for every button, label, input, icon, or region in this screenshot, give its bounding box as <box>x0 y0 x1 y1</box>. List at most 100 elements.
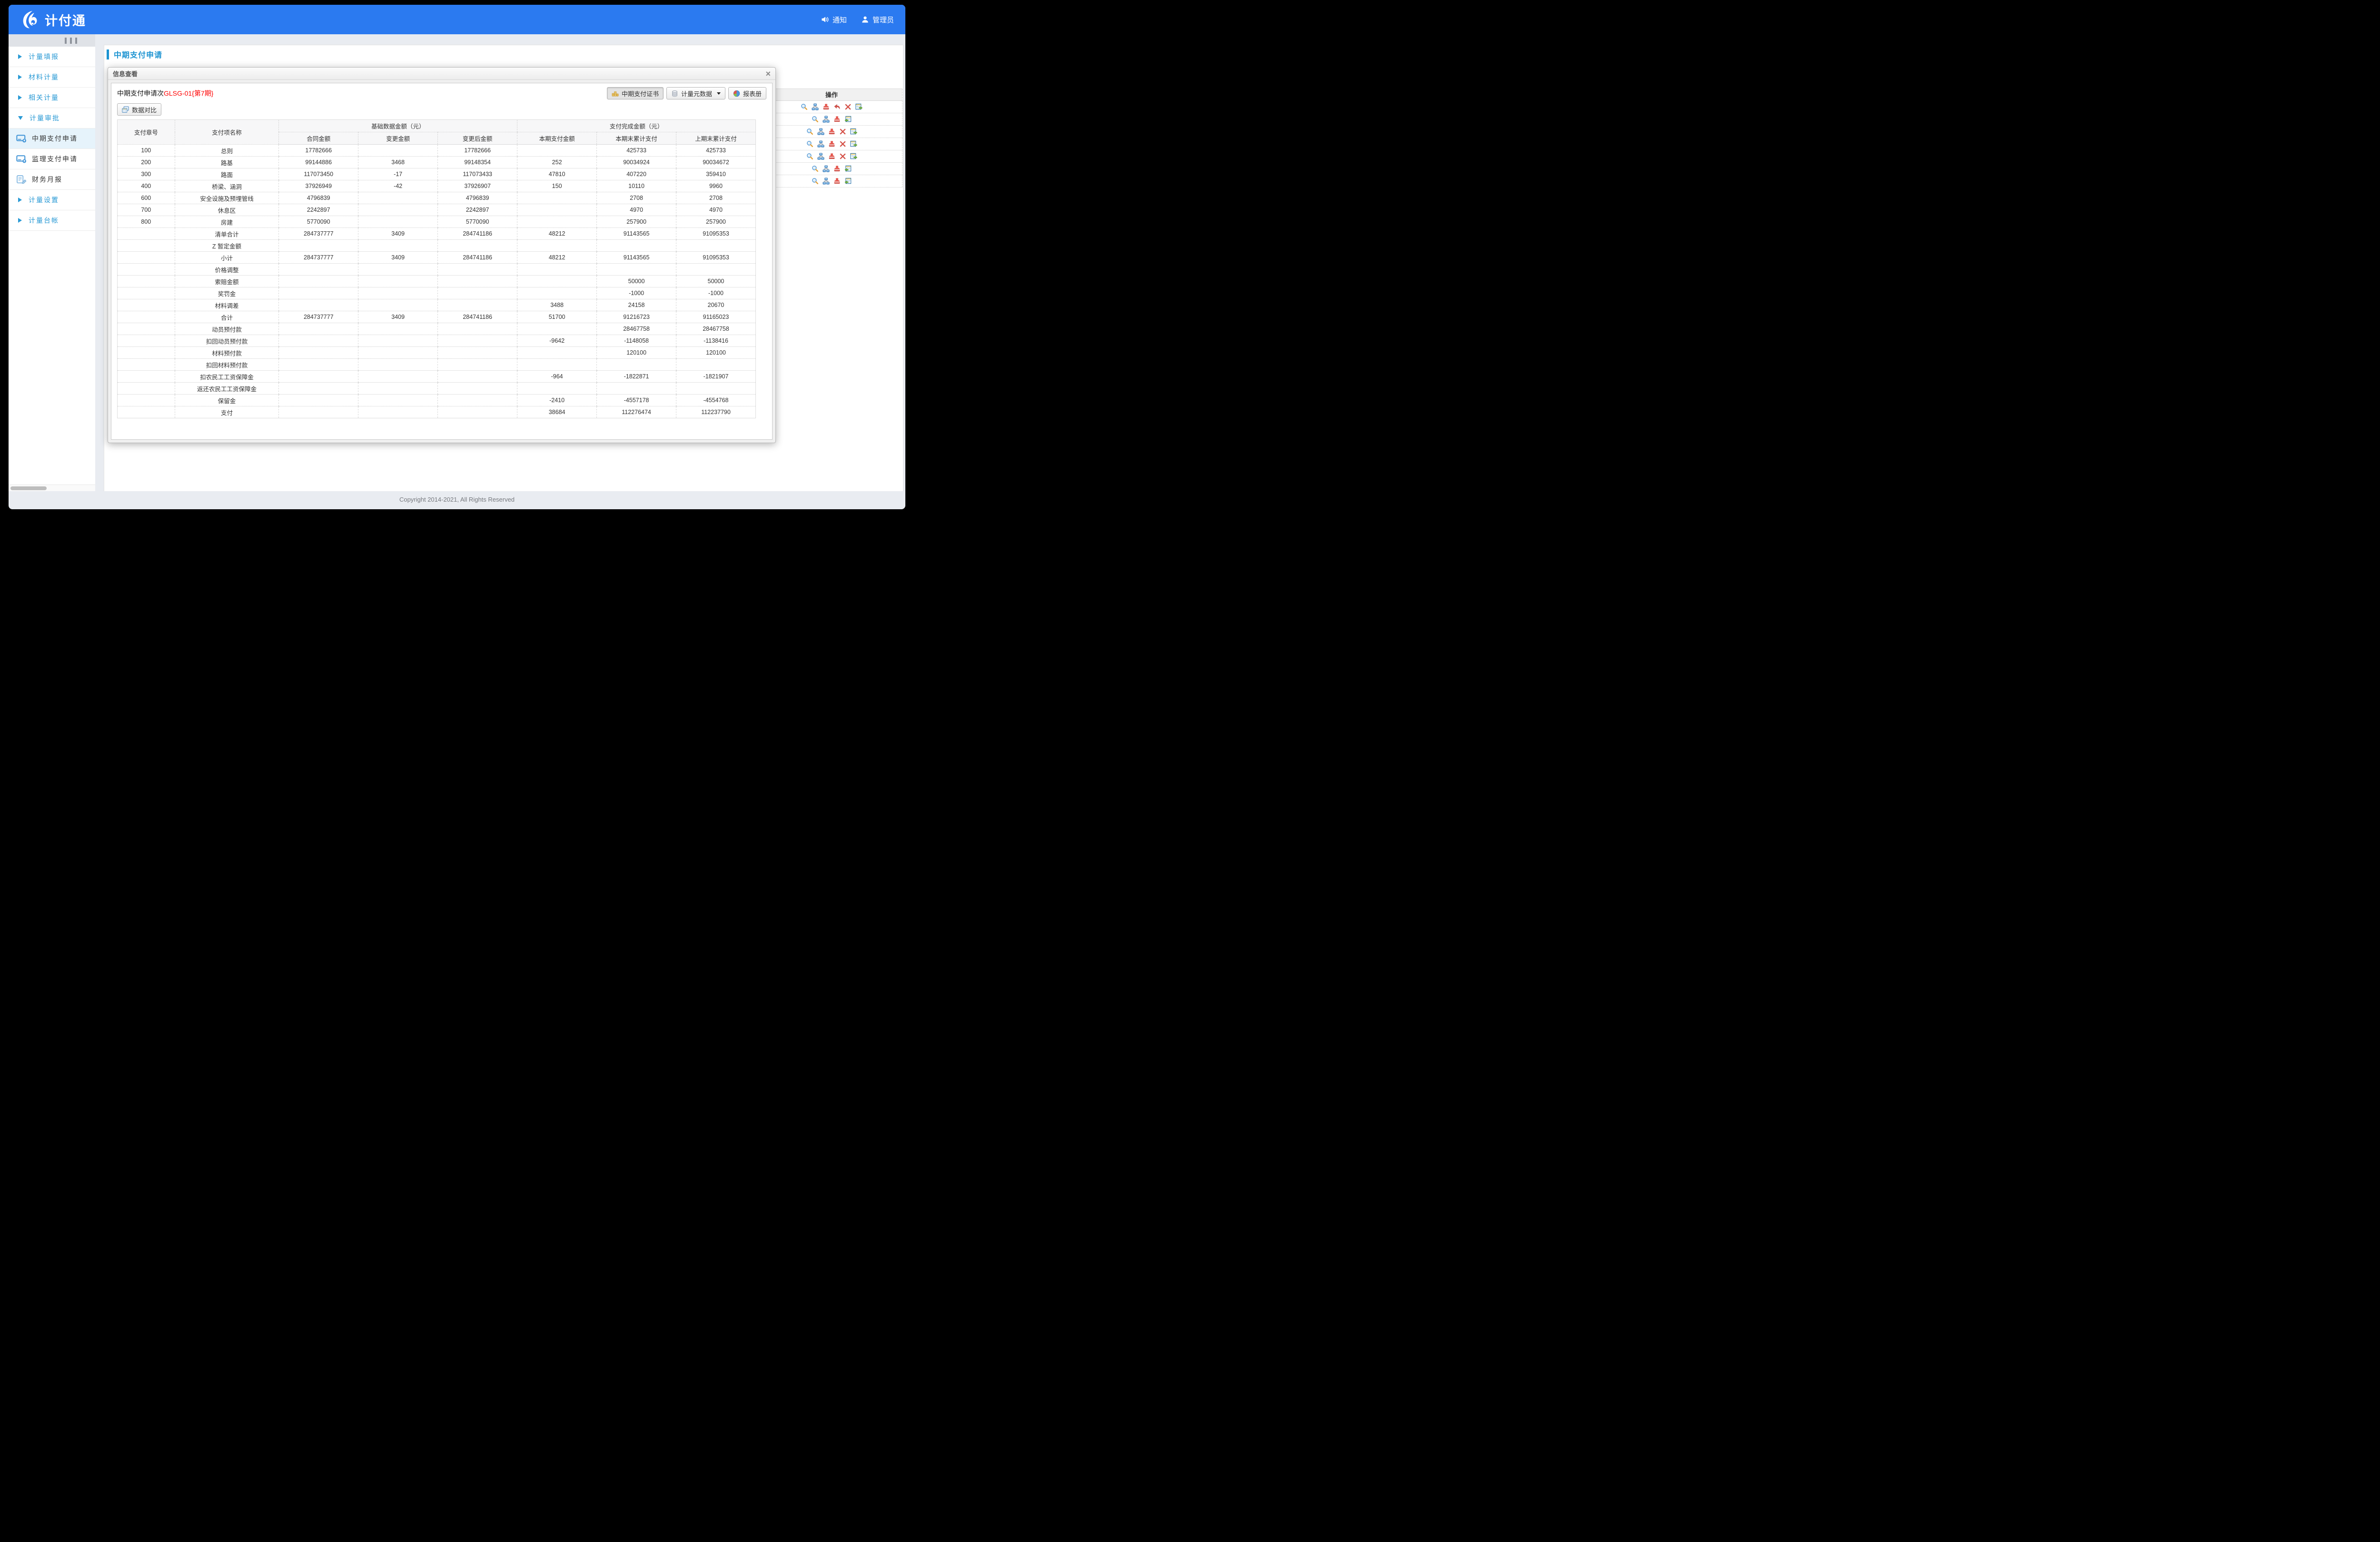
view-icon[interactable] <box>812 178 819 185</box>
table-cell <box>118 276 175 287</box>
stamp-icon[interactable] <box>828 140 835 148</box>
workflow-icon[interactable] <box>823 178 830 185</box>
sidebar-item-supervisor-payment[interactable]: 监理支付申请 <box>9 149 95 169</box>
sidebar-hscrollbar[interactable] <box>9 484 95 491</box>
table-cell: 24158 <box>597 299 676 311</box>
sidebar-item-material-measure[interactable]: 材料计量 <box>9 67 95 88</box>
table-cell: 休息区 <box>175 204 279 216</box>
table-row: 合计28473777734092847411865170091216723911… <box>118 311 756 323</box>
sidebar-item-measure-approval[interactable]: 计量审批 <box>9 108 95 128</box>
table-cell: 2708 <box>676 192 756 204</box>
chevron-right-icon <box>18 95 22 100</box>
table-cell: 2708 <box>597 192 676 204</box>
view-icon[interactable] <box>806 128 813 135</box>
table-cell: 50000 <box>676 276 756 287</box>
table-cell <box>118 347 175 359</box>
table-cell <box>597 240 676 252</box>
sidebar-item-label: 中期支付申请 <box>32 134 78 143</box>
revoke-icon[interactable] <box>833 103 841 110</box>
table-cell <box>358 383 438 395</box>
table-row: 支付38684112276474112237790 <box>118 406 756 418</box>
table-cell: 91143565 <box>597 252 676 264</box>
report-book-button[interactable]: 报表册 <box>728 87 766 99</box>
scrollbar-thumb[interactable] <box>10 486 47 490</box>
delete-icon[interactable] <box>844 103 852 110</box>
table-row: Z 暂定金额 <box>118 240 756 252</box>
table-cell: 5770090 <box>279 216 358 228</box>
table-cell: 总则 <box>175 145 279 157</box>
table-cell <box>279 240 358 252</box>
notifications-button[interactable]: 通知 <box>821 15 847 25</box>
stamp-icon[interactable] <box>833 116 841 123</box>
interim-payment-certificate-button[interactable]: 中期支付证书 <box>607 87 664 99</box>
delete-icon[interactable] <box>839 140 846 148</box>
stamp-icon[interactable] <box>833 178 841 185</box>
table-cell: 99144886 <box>279 157 358 168</box>
table-cell: 3409 <box>358 228 438 240</box>
stamp-icon[interactable] <box>823 103 830 110</box>
sidebar-item-related-measure[interactable]: 相关计量 <box>9 88 95 108</box>
stamp-icon[interactable] <box>828 153 835 160</box>
table-cell <box>118 406 175 418</box>
workflow-icon[interactable] <box>823 116 830 123</box>
table-cell: 扣农民工工资保障金 <box>175 371 279 383</box>
table-cell <box>676 383 756 395</box>
export-icon[interactable] <box>850 140 857 148</box>
table-cell <box>676 264 756 276</box>
data-compare-button[interactable]: 数据对比 <box>117 103 161 116</box>
sidebar-item-finance-monthly[interactable]: 财务月报 <box>9 169 95 190</box>
workflow-icon[interactable] <box>817 128 824 135</box>
export-icon[interactable] <box>855 103 863 110</box>
import-icon[interactable] <box>844 116 852 123</box>
table-cell <box>358 240 438 252</box>
speaker-icon <box>821 16 829 23</box>
workflow-icon[interactable] <box>812 103 819 110</box>
view-icon[interactable] <box>812 116 819 123</box>
view-icon[interactable] <box>806 153 813 160</box>
table-cell: 合计 <box>175 311 279 323</box>
table-cell <box>358 276 438 287</box>
user-menu[interactable]: 管理员 <box>861 15 894 25</box>
sidebar-item-measure-settings[interactable]: 计量设置 <box>9 190 95 210</box>
close-icon[interactable]: × <box>765 69 771 78</box>
table-row: 600安全设施及预埋管线4796839479683927082708 <box>118 192 756 204</box>
view-icon[interactable] <box>806 140 813 148</box>
export-icon[interactable] <box>850 153 857 160</box>
table-cell: 51700 <box>517 311 597 323</box>
dialog-body: 中期支付申请次GLSG-01{第7期} 中期支付证书 计量元数据 报表册 <box>111 83 773 440</box>
sidebar-item-measure-ledger[interactable]: 计量台帐 <box>9 210 95 231</box>
table-cell <box>358 406 438 418</box>
view-icon[interactable] <box>812 165 819 172</box>
metering-metadata-button[interactable]: 计量元数据 <box>666 87 725 99</box>
table-row: 700休息区2242897224289749704970 <box>118 204 756 216</box>
table-cell: 257900 <box>597 216 676 228</box>
stamp-icon[interactable] <box>833 165 841 172</box>
finance-report-icon <box>16 175 27 184</box>
workflow-icon[interactable] <box>823 165 830 172</box>
sidebar-item-interim-payment[interactable]: 中期支付申请 <box>9 128 95 149</box>
operations-row <box>761 175 902 188</box>
import-icon[interactable] <box>844 178 852 185</box>
table-row: 扣农民工工资保障金-964-1822871-1821907 <box>118 371 756 383</box>
sidebar-item-measure-fill[interactable]: 计量填报 <box>9 47 95 67</box>
table-cell <box>517 264 597 276</box>
table-cell <box>438 264 517 276</box>
import-icon[interactable] <box>844 165 852 172</box>
table-cell <box>517 359 597 371</box>
table-row: 清单合计284737777340928474118648212911435659… <box>118 228 756 240</box>
workflow-icon[interactable] <box>817 153 824 160</box>
delete-icon[interactable] <box>839 128 846 135</box>
sidebar-resize-handle[interactable] <box>9 34 95 47</box>
workflow-icon[interactable] <box>817 140 824 148</box>
delete-icon[interactable] <box>839 153 846 160</box>
table-cell <box>279 287 358 299</box>
table-cell: 284741186 <box>438 228 517 240</box>
view-icon[interactable] <box>801 103 808 110</box>
table-cell <box>279 359 358 371</box>
table-row: 保留金-2410-4557178-4554768 <box>118 395 756 406</box>
table-cell <box>279 347 358 359</box>
toolbar-buttons: 中期支付证书 计量元数据 报表册 <box>607 87 766 99</box>
stamp-icon[interactable] <box>828 128 835 135</box>
table-cell <box>517 383 597 395</box>
export-icon[interactable] <box>850 128 857 135</box>
